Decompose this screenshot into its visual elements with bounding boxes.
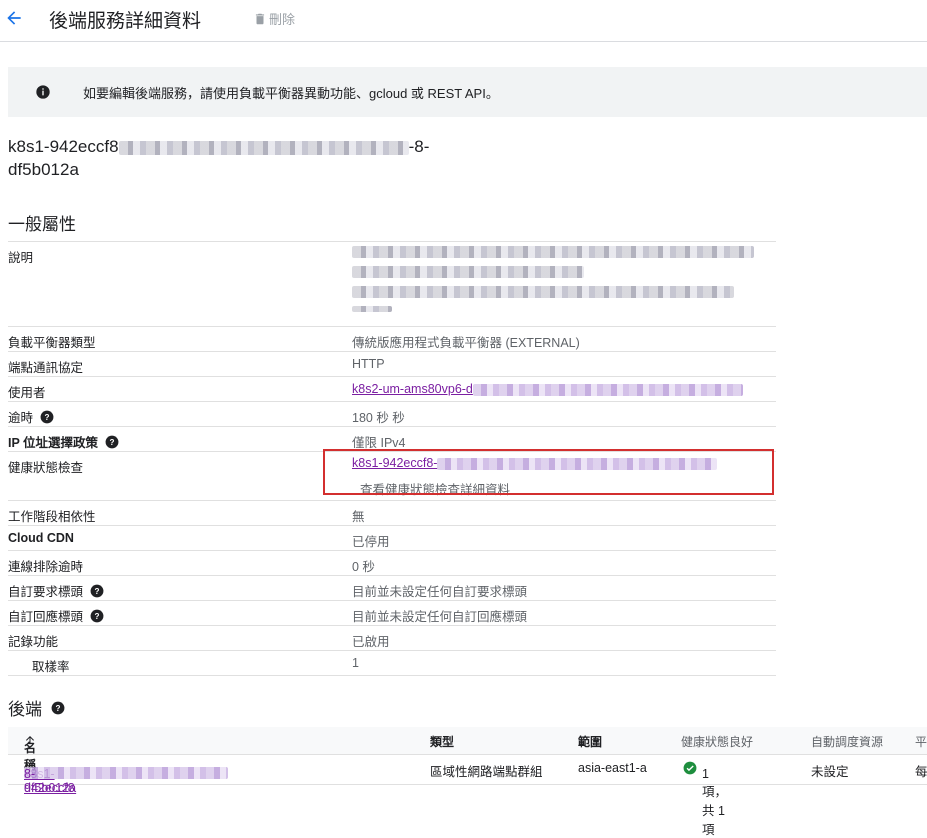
section-general-title: 一般屬性 bbox=[8, 215, 76, 234]
label-users: 使用者 bbox=[8, 386, 46, 400]
row-users: 使用者 k8s2-um-ams80vp6-d bbox=[8, 376, 776, 401]
row-logging: 記錄功能 已啟用 bbox=[8, 625, 776, 650]
label-cloud-cdn: Cloud CDN bbox=[8, 531, 74, 545]
column-autoscaling[interactable]: 自動調度資源 bbox=[811, 733, 883, 750]
service-name: k8s1-942eccf8 -8- df5b012a bbox=[8, 135, 468, 181]
row-timeout: 逾時 ? 180 秒 秒 bbox=[8, 401, 776, 426]
service-name-prefix: k8s1-942eccf8 bbox=[8, 137, 119, 156]
redacted-text bbox=[352, 246, 754, 258]
value-custom-response-headers: 目前並未設定任何自訂回應標頭 bbox=[352, 610, 528, 624]
check-circle-icon bbox=[683, 761, 697, 775]
delete-button[interactable]: 刪除 bbox=[253, 9, 295, 28]
row-ip-policy: IP 位址選擇政策 ? 僅限 IPv4 bbox=[8, 426, 776, 451]
help-icon[interactable]: ? bbox=[51, 701, 65, 715]
label-timeout: 逾時 ? bbox=[8, 407, 54, 426]
label-custom-request-headers: 自訂要求標頭 ? bbox=[8, 581, 104, 600]
value-drain-timeout: 0 秒 bbox=[352, 560, 375, 574]
redacted-text bbox=[352, 286, 734, 298]
label-session-affinity: 工作階段相依性 bbox=[8, 510, 96, 524]
value-logging: 已啟用 bbox=[352, 635, 390, 649]
value-protocol: HTTP bbox=[352, 357, 385, 371]
top-bar: 後端服務詳細資料 刪除 bbox=[0, 0, 927, 42]
value-custom-request-headers: 目前並未設定任何自訂要求標頭 bbox=[352, 585, 528, 599]
column-health[interactable]: 健康狀態良好 bbox=[681, 733, 753, 750]
redacted-text bbox=[472, 383, 743, 396]
page-title: 後端服務詳細資料 bbox=[49, 11, 202, 32]
backend-truncated-value: 每 bbox=[915, 765, 927, 779]
help-icon[interactable]: ? bbox=[90, 609, 104, 623]
banner-text: 如要編輯後端服務，請使用負載平衡器異動功能、gcloud 或 REST API。 bbox=[83, 86, 499, 101]
column-truncated[interactable]: 平 bbox=[915, 733, 927, 750]
row-lb-type: 負載平衡器類型 傳統版應用程式負載平衡器 (EXTERNAL) bbox=[8, 326, 776, 351]
backends-table: 名稱 類型 範圍 健康狀態良好 自動調度資源 平 k8s1-942eccf88-… bbox=[8, 727, 927, 837]
info-banner: 如要編輯後端服務，請使用負載平衡器異動功能、gcloud 或 REST API。 bbox=[8, 67, 927, 117]
row-session-affinity: 工作階段相依性 無 bbox=[8, 500, 776, 525]
backend-autoscaling: 未設定 bbox=[811, 765, 849, 779]
row-custom-request-headers: 自訂要求標頭 ? 目前並未設定任何自訂要求標頭 bbox=[8, 575, 776, 600]
help-icon[interactable]: ? bbox=[90, 584, 104, 598]
label-lb-type: 負載平衡器類型 bbox=[8, 336, 96, 350]
service-name-line2: df5b012a bbox=[8, 160, 79, 179]
backends-table-header: 名稱 類型 範圍 健康狀態良好 自動調度資源 平 bbox=[8, 727, 927, 772]
backend-health: 1 項，共 1 項 bbox=[683, 761, 727, 837]
delete-label: 刪除 bbox=[269, 12, 296, 27]
label-health-check: 健康狀態檢查 bbox=[8, 461, 84, 475]
row-protocol: 端點通訊協定 HTTP bbox=[8, 351, 776, 376]
highlight-box bbox=[323, 449, 774, 495]
value-session-affinity: 無 bbox=[352, 510, 365, 524]
table-row: k8s1-942eccf88-df5b012a 區域性網路端點群組 asia-e… bbox=[8, 755, 927, 837]
column-scope[interactable]: 範圍 bbox=[578, 733, 602, 750]
column-type[interactable]: 類型 bbox=[430, 733, 454, 750]
info-icon bbox=[36, 85, 50, 99]
label-ip-policy: IP 位址選擇政策 ? bbox=[8, 432, 119, 451]
redacted-text bbox=[118, 140, 409, 155]
label-protocol: 端點通訊協定 bbox=[8, 361, 84, 375]
value-lb-type: 傳統版應用程式負載平衡器 (EXTERNAL) bbox=[352, 336, 580, 350]
column-name[interactable]: 名稱 bbox=[24, 733, 36, 772]
label-sample-rate: 取樣率 bbox=[32, 660, 70, 674]
value-timeout: 180 秒 秒 bbox=[352, 411, 405, 425]
row-custom-response-headers: 自訂回應標頭 ? 目前並未設定任何自訂回應標頭 bbox=[8, 600, 776, 625]
svg-text:?: ? bbox=[95, 586, 100, 595]
row-cloud-cdn: Cloud CDN 已停用 bbox=[8, 525, 776, 550]
row-sample-rate: 取樣率 1 bbox=[8, 650, 776, 676]
backend-type: 區域性網路端點群組 bbox=[430, 765, 543, 779]
value-sample-rate: 1 bbox=[352, 656, 359, 670]
svg-text:?: ? bbox=[56, 703, 61, 712]
backend-scope: asia-east1-a bbox=[578, 761, 647, 775]
redacted-text bbox=[352, 266, 584, 278]
section-backends-title: 後端 ? bbox=[8, 695, 65, 720]
row-drain-timeout: 連線排除逾時 0 秒 bbox=[8, 550, 776, 575]
label-drain-timeout: 連線排除逾時 bbox=[8, 560, 84, 574]
users-link[interactable]: k8s2-um-ams80vp6-d bbox=[352, 382, 743, 396]
redacted-text bbox=[352, 306, 392, 312]
trash-icon bbox=[255, 13, 265, 24]
service-name-suffix: -8- bbox=[408, 137, 430, 156]
help-icon[interactable]: ? bbox=[40, 410, 54, 424]
back-arrow-icon[interactable] bbox=[4, 8, 24, 28]
svg-text:?: ? bbox=[95, 611, 100, 620]
label-description: 說明 bbox=[8, 251, 34, 265]
svg-text:?: ? bbox=[110, 437, 115, 446]
svg-text:?: ? bbox=[45, 412, 50, 421]
description-value bbox=[352, 246, 754, 312]
label-custom-response-headers: 自訂回應標頭 ? bbox=[8, 606, 104, 625]
row-description: 說明 bbox=[8, 241, 776, 326]
label-logging: 記錄功能 bbox=[8, 635, 59, 649]
value-cloud-cdn: 已停用 bbox=[352, 535, 390, 549]
help-icon[interactable]: ? bbox=[105, 435, 119, 449]
